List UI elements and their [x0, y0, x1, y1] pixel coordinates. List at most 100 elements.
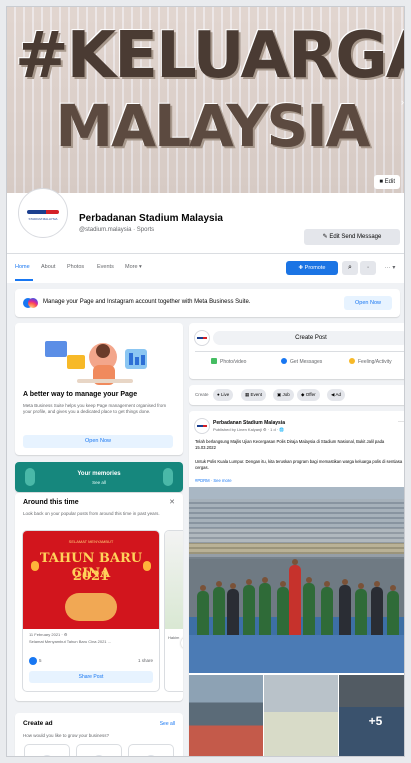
like-reaction-icon — [29, 657, 37, 665]
close-icon[interactable]: ✕ — [169, 498, 175, 506]
tab-about[interactable]: About — [41, 264, 55, 270]
post-text: Telah berlangsung Majlis Ujian Kecergasa… — [195, 439, 385, 450]
running-track — [189, 635, 404, 673]
tab-more[interactable]: More ▾ — [125, 264, 142, 270]
create-live-chip[interactable]: ● Live — [213, 389, 234, 401]
post-main-photo[interactable] — [189, 487, 404, 673]
feeling-activity-label: Feeling/Activity — [358, 359, 392, 365]
create-ad-question: How would you like to grow your business… — [23, 733, 110, 738]
athlete-figure — [289, 559, 301, 643]
avatar-logo-text: STADIUM MALAYSIA — [28, 217, 58, 221]
chinese-new-year-image: SELAMAT MENYAMBUT TAHUN BARU CINA 2021 — [23, 531, 159, 629]
share-post-button[interactable]: Share Post — [29, 671, 153, 683]
athlete-head — [262, 577, 268, 583]
create-shortcuts-bar: Create ● Live ▦ Event ▣ Job ◆ Offer ◀ Ad — [189, 385, 404, 405]
cover-headline: #KELUARGA — [15, 19, 405, 93]
create-ad-card: Create ad See all How would you like to … — [15, 713, 183, 756]
memory-date: 11 February 2021 · ⚙ — [29, 632, 68, 637]
chip-label: Live — [220, 392, 230, 397]
post-thumbnail[interactable] — [264, 675, 338, 756]
page-handle: @stadium.malaysia · Sports — [79, 227, 155, 233]
post-author-name[interactable]: Perbadanan Stadium Malaysia — [213, 420, 285, 426]
memory-post-card[interactable]: Hakim › — [165, 531, 183, 691]
stadium-logo-icon — [27, 210, 59, 214]
manage-card-title: A better way to manage your Page — [23, 391, 138, 398]
cover-photo[interactable]: #KELUARGA MALAYSIA › ■ Edit — [7, 7, 405, 193]
athlete-head — [390, 585, 396, 591]
get-messages-button[interactable]: Get Messages — [281, 358, 322, 365]
around-this-time-card: Around this time ✕ Look back on your pop… — [15, 493, 183, 701]
ad-goal-option[interactable]: ✉ — [25, 745, 69, 756]
memories-see-all-link[interactable]: See all — [15, 480, 183, 485]
create-job-chip[interactable]: ▣ Job — [273, 389, 294, 401]
chevron-right-icon[interactable]: › — [181, 637, 183, 649]
more-icon[interactable]: ··· — [398, 419, 404, 425]
chip-label: Job — [282, 392, 290, 397]
more-photos-overlay[interactable]: +5 — [339, 675, 404, 756]
website-icon: ◎ — [145, 755, 157, 756]
ox-illustration-icon — [65, 593, 117, 621]
athlete-figure — [303, 577, 315, 643]
athlete-head — [216, 581, 222, 587]
search-icon[interactable]: ⌕ — [342, 261, 358, 275]
create-event-chip[interactable]: ▦ Event — [241, 389, 267, 401]
photo-video-label: Photo/video — [220, 359, 247, 365]
reaction-count: 5 — [39, 658, 42, 663]
post-meta: Published by Linen Kalyanji ⚙ · 1 d · 🌐 — [213, 427, 285, 432]
cny-greeting: SELAMAT MENYAMBUT — [68, 539, 114, 544]
create-ad-chip[interactable]: ◀ Ad — [327, 389, 345, 401]
post-hashtag-link[interactable]: #PDRM · See more — [195, 478, 232, 483]
post-text: Untuk Polis Kuala Lumpur. Dengan itu, ki… — [195, 459, 403, 470]
athlete-head — [230, 583, 236, 589]
cny-year: 2021 — [72, 569, 110, 584]
memory-post-card[interactable]: SELAMAT MENYAMBUT TAHUN BARU CINA 2021 1… — [23, 531, 159, 691]
page-title: Perbadanan Stadium Malaysia — [79, 213, 223, 224]
edit-send-message-button[interactable]: ✎ Edit Send Message — [304, 229, 400, 245]
create-ad-see-all-link[interactable]: See all — [160, 721, 175, 727]
ad-goal-option[interactable]: ▲ — [77, 745, 121, 756]
menu-dots-icon[interactable]: · — [360, 261, 376, 275]
post-author-avatar[interactable] — [195, 419, 209, 433]
promote-button[interactable]: ✚ Promote — [286, 261, 338, 275]
chip-label: Offer — [305, 392, 316, 397]
photo-video-button[interactable]: Photo/video — [211, 358, 246, 365]
athlete-figure — [259, 577, 271, 643]
tab-photos[interactable]: Photos — [67, 264, 84, 270]
banner-open-now-button[interactable]: Open Now — [344, 296, 392, 310]
more-options-button[interactable]: ··· ▾ — [378, 261, 402, 275]
memories-card[interactable]: Your memories See all — [15, 462, 183, 492]
memory-caption: Hakim — [168, 635, 180, 640]
banner-text: Manage your Page and Instagram account t… — [43, 299, 251, 305]
around-title: Around this time — [23, 499, 79, 506]
manage-card-description: Meta Business Suite helps you keep Page … — [23, 403, 167, 414]
ad-goal-option[interactable]: ◎ — [129, 745, 173, 756]
athlete-head — [280, 581, 286, 587]
edit-cover-label: Edit — [384, 179, 395, 185]
page-avatar[interactable]: STADIUM MALAYSIA — [19, 189, 67, 237]
messenger-icon — [281, 358, 287, 364]
feeling-activity-button[interactable]: Feeling/Activity — [349, 358, 392, 365]
memory-image — [165, 531, 183, 629]
manage-page-card: A better way to manage your Page Meta Bu… — [15, 323, 183, 455]
post-thumbnail[interactable] — [189, 675, 263, 756]
tab-home[interactable]: Home — [15, 264, 30, 270]
athlete-head — [324, 581, 330, 587]
around-description: Look back on your popular posts from aro… — [23, 511, 160, 516]
post-photo-grid: +5 — [189, 675, 404, 756]
create-offer-chip[interactable]: ◆ Offer — [297, 389, 320, 401]
feed-post: Perbadanan Stadium Malaysia Published by… — [189, 411, 404, 756]
edit-cover-button[interactable]: ■ Edit — [374, 175, 400, 189]
athlete-head — [342, 579, 348, 585]
chip-label: Ad — [335, 392, 341, 397]
athlete-head — [358, 583, 364, 589]
create-post-button[interactable]: Create Post — [213, 331, 404, 345]
smiley-icon — [349, 358, 355, 364]
photo-icon — [211, 358, 217, 364]
create-post-card: Create Post Photo/video Get Messages Fee… — [189, 323, 404, 379]
thumbs-up-icon: ▲ — [93, 755, 105, 756]
open-now-button[interactable]: Open Now — [23, 435, 173, 448]
athlete-head — [374, 581, 380, 587]
composer-avatar — [195, 331, 209, 345]
tab-events[interactable]: Events — [97, 264, 114, 270]
cover-next-arrow-icon[interactable]: › — [401, 97, 404, 107]
